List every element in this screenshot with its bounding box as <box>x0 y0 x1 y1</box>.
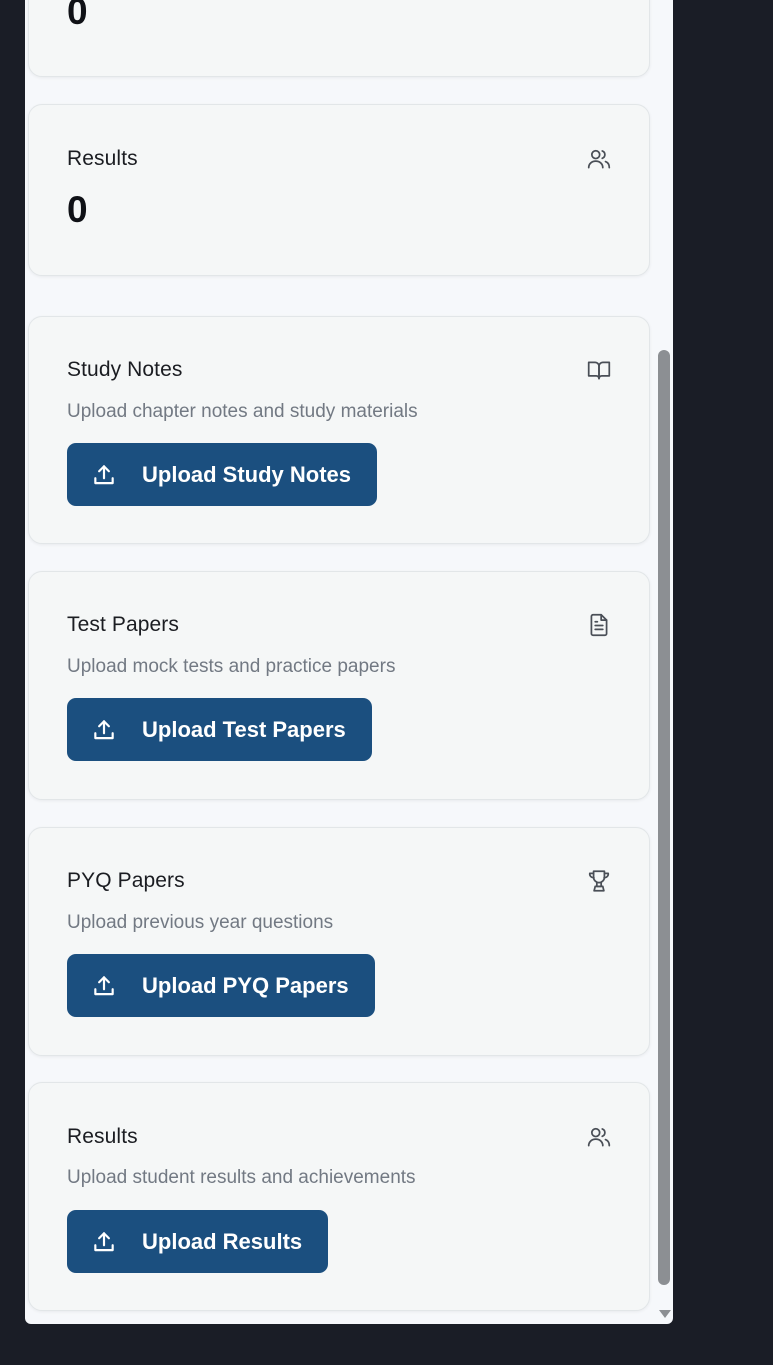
button-label: Upload Results <box>142 1228 303 1254</box>
dashboard-panel: 0 Results 0 Study Notes Upload chapter n… <box>25 0 673 1324</box>
card-description: Upload student results and achievements <box>67 1167 416 1188</box>
card-description: Upload mock tests and practice papers <box>67 656 396 677</box>
stat-count: 0 <box>67 189 88 230</box>
stat-card-results: Results 0 <box>28 104 650 276</box>
trophy-icon <box>586 868 612 894</box>
upload-results-button[interactable]: Upload Results <box>67 1210 329 1273</box>
upload-card-test-papers: Test Papers Upload mock tests and practi… <box>28 571 650 800</box>
card-description: Upload chapter notes and study materials <box>67 401 418 422</box>
upload-card-results: Results Upload student results and achie… <box>28 1082 650 1311</box>
users-icon <box>586 146 612 172</box>
upload-icon <box>91 973 117 999</box>
button-label: Upload PYQ Papers <box>142 972 349 998</box>
card-description: Upload previous year questions <box>67 912 334 933</box>
button-label: Upload Study Notes <box>142 461 352 487</box>
upload-pyq-papers-button[interactable]: Upload PYQ Papers <box>67 954 375 1017</box>
card-title: Study Notes <box>67 358 183 381</box>
card-title: Test Papers <box>67 613 179 636</box>
button-label: Upload Test Papers <box>142 716 346 742</box>
upload-icon <box>91 717 117 743</box>
upload-icon <box>91 1229 117 1255</box>
stat-title: Results <box>67 147 138 170</box>
upload-test-papers-button[interactable]: Upload Test Papers <box>67 698 372 761</box>
scrollbar[interactable] <box>655 0 673 1324</box>
card-title: Results <box>67 1125 138 1148</box>
stat-count: 0 <box>67 0 88 32</box>
upload-card-pyq-papers: PYQ Papers Upload previous year question… <box>28 827 650 1056</box>
scrollbar-thumb[interactable] <box>658 350 670 1285</box>
file-text-icon <box>586 612 612 638</box>
upload-card-study-notes: Study Notes Upload chapter notes and stu… <box>28 316 650 544</box>
stat-card-partial: 0 <box>28 0 650 77</box>
upload-study-notes-button[interactable]: Upload Study Notes <box>67 443 378 506</box>
book-open-icon <box>586 357 612 383</box>
card-title: PYQ Papers <box>67 869 185 892</box>
scroll-down-arrow-icon[interactable] <box>659 1310 671 1318</box>
users-icon <box>586 1124 612 1150</box>
upload-icon <box>91 462 117 488</box>
